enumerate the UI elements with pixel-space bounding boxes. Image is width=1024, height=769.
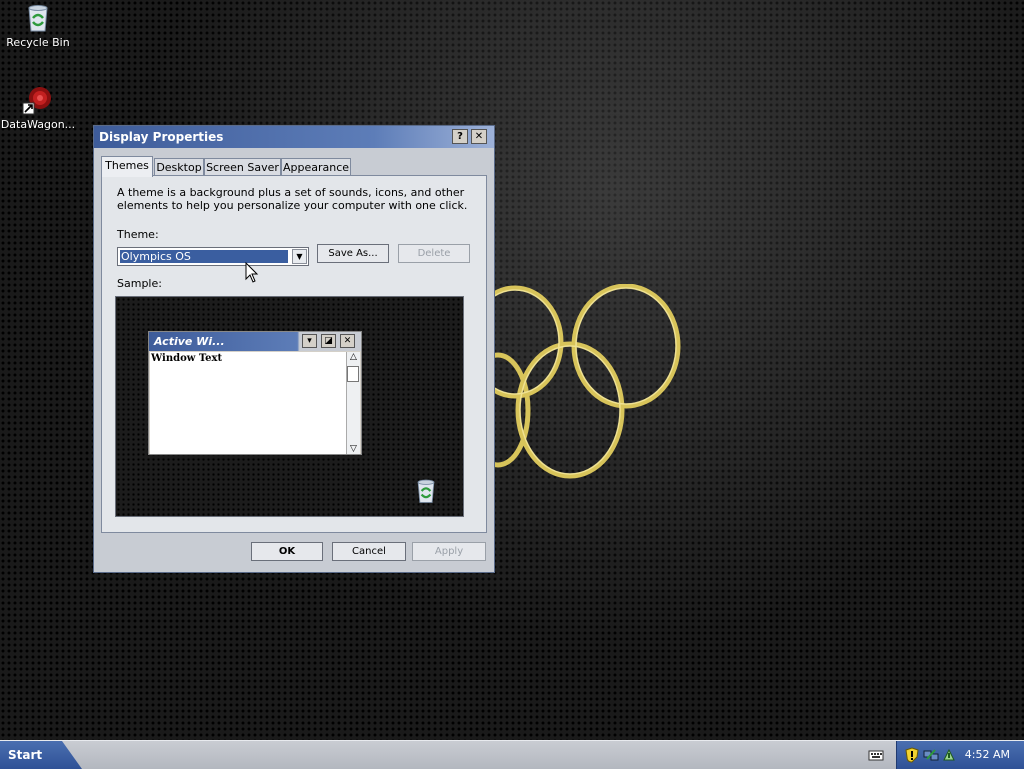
sample-window-body: Window Text xyxy=(150,352,346,454)
theme-select[interactable]: Olympics OS ▼ xyxy=(117,247,309,266)
theme-select-value: Olympics OS xyxy=(120,250,288,263)
olympic-rings-wallpaper xyxy=(465,283,690,494)
tab-themes[interactable]: Themes xyxy=(101,156,153,177)
taskbar: Start 4:52 AM xyxy=(0,740,1024,769)
theme-label: Theme: xyxy=(117,228,159,241)
recycle-bin-icon xyxy=(412,477,440,508)
clock[interactable]: 4:52 AM xyxy=(965,741,1010,769)
display-properties-window: Display Properties ? ✕ Themes Desktop Sc… xyxy=(93,125,495,573)
sample-label: Sample: xyxy=(117,277,162,290)
delete-button[interactable]: Delete xyxy=(398,244,470,263)
desktop-icon-recycle-bin[interactable]: Recycle Bin xyxy=(0,2,76,49)
minimize-icon: ▾ xyxy=(302,334,317,348)
tab-appearance[interactable]: Appearance xyxy=(281,158,351,176)
save-as-button[interactable]: Save As... xyxy=(317,244,389,263)
theme-description: A theme is a background plus a set of so… xyxy=(117,186,468,212)
tab-screen-saver[interactable]: Screen Saver xyxy=(204,158,281,176)
system-tray: 4:52 AM xyxy=(896,741,1024,769)
safely-remove-icon[interactable] xyxy=(941,747,957,766)
security-shield-icon[interactable] xyxy=(905,747,919,766)
scroll-down-icon: ▽ xyxy=(350,444,357,454)
tab-desktop[interactable]: Desktop xyxy=(154,158,204,176)
recycle-bin-icon xyxy=(22,2,54,34)
network-icon[interactable] xyxy=(923,747,939,766)
help-button[interactable]: ? xyxy=(452,129,468,144)
apply-button[interactable]: Apply xyxy=(412,542,486,561)
start-button[interactable]: Start xyxy=(0,741,82,769)
window-titlebar[interactable]: Display Properties xyxy=(94,126,494,148)
scroll-up-icon: △ xyxy=(350,352,357,362)
sample-active-window: Active Wi... ▾ ◪ ✕ Window Text △ ▽ xyxy=(148,331,362,455)
keyboard-icon[interactable] xyxy=(868,747,884,766)
desktop-icon-label: Recycle Bin xyxy=(6,36,70,49)
restore-icon: ◪ xyxy=(321,334,336,348)
close-icon: ✕ xyxy=(340,334,355,348)
ok-button[interactable]: OK xyxy=(251,542,323,561)
datawagon-icon xyxy=(22,84,54,116)
desktop-icon-label: DataWagon... xyxy=(0,118,76,131)
themes-panel: A theme is a background plus a set of so… xyxy=(101,175,487,533)
chevron-down-icon[interactable]: ▼ xyxy=(292,249,307,264)
scroll-thumb xyxy=(347,366,359,382)
close-button[interactable]: ✕ xyxy=(471,129,487,144)
cancel-button[interactable]: Cancel xyxy=(332,542,406,561)
theme-sample-preview: Active Wi... ▾ ◪ ✕ Window Text △ ▽ xyxy=(115,296,464,517)
sample-window-text: Window Text xyxy=(151,353,223,364)
desktop-icon-datawagon[interactable]: DataWagon... xyxy=(0,84,76,131)
window-title: Display Properties xyxy=(99,130,224,144)
start-label: Start xyxy=(8,748,43,762)
sample-scrollbar: △ ▽ xyxy=(346,352,360,454)
mouse-cursor-icon xyxy=(245,261,259,287)
